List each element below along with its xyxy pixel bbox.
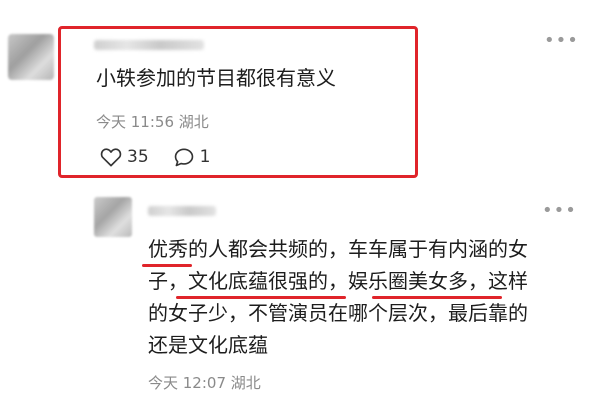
more-options-icon[interactable]: ••• [542,202,577,220]
reply-line: 的女子少，不管演员在哪个层次，最后靠的 [148,301,528,325]
highlight-underline [372,296,502,299]
reply-meta: 今天 12:07 湖北 [148,374,261,392]
like-count: 35 [127,147,149,167]
more-options-icon[interactable]: ••• [544,32,579,50]
highlight-underline [142,264,192,267]
reply-count: 1 [199,147,211,167]
comment-text: 小轶参加的节目都很有意义 [96,66,336,90]
reply-line: 还是文化底蕴 [148,333,268,357]
highlight-underline [176,296,346,299]
reply-line: 子，文化底蕴很强的，娱乐圈美女多，这样 [148,269,528,293]
username-blurred[interactable] [148,206,216,216]
heart-outline-icon[interactable] [100,147,122,167]
comment-actions: 35 1 [100,147,234,167]
reply-line: 优秀的人都会共频的，车车属于有内涵的女 [148,237,528,261]
avatar[interactable] [8,34,54,80]
comment-meta: 今天 11:56 湖北 [96,113,209,131]
avatar[interactable] [94,197,132,237]
comment-bubble-icon[interactable] [173,147,195,167]
